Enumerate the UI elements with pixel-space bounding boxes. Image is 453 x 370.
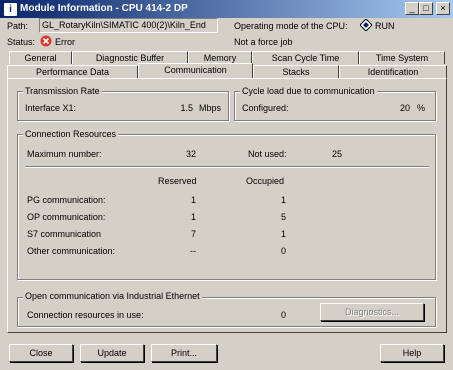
pg-communication-label: PG communication: <box>27 195 106 205</box>
configured-value: 20 <box>399 103 410 113</box>
resources-in-use-value: 0 <box>280 310 286 320</box>
status-value: Error <box>55 37 75 47</box>
configured-unit: % <box>417 103 426 113</box>
status-label: Status: <box>7 37 36 47</box>
reserved-header: Reserved <box>158 176 197 186</box>
op-mode-value: RUN <box>375 21 395 31</box>
path-label: Path: <box>7 21 29 31</box>
s7-reserved-value: 7 <box>190 229 196 239</box>
help-button[interactable]: Help <box>380 344 444 362</box>
separator-line <box>25 166 429 168</box>
minimize-button[interactable]: _ <box>405 2 419 15</box>
tab-performance-data[interactable]: Performance Data <box>7 65 138 78</box>
diagnostics-button[interactable]: Diagnostics... <box>320 303 424 321</box>
cycle-load-title: Cycle load due to communication <box>240 86 377 96</box>
interface-label: Interface X1: <box>25 103 77 113</box>
pg-occupied-value: 1 <box>280 195 286 205</box>
transmission-rate-title: Transmission Rate <box>23 86 102 96</box>
s7-occupied-value: 1 <box>280 229 286 239</box>
tab-scan-cycle-time[interactable]: Scan Cycle Time <box>252 51 359 64</box>
connection-resources-title: Connection Resources <box>23 129 119 139</box>
configured-label: Configured: <box>242 103 289 113</box>
close-button[interactable]: Close <box>9 344 73 362</box>
not-used-value: 25 <box>331 149 342 159</box>
pg-reserved-value: 1 <box>190 195 196 205</box>
tab-stacks[interactable]: Stacks <box>253 65 339 78</box>
tab-general[interactable]: General <box>9 51 72 64</box>
error-icon <box>40 35 52 47</box>
op-mode-label: Operating mode of the CPU: <box>234 21 348 31</box>
max-number-value: 32 <box>185 149 196 159</box>
resources-in-use-label: Connection resources in use: <box>27 310 144 320</box>
other-communication-label: Other communication: <box>27 246 116 256</box>
other-reserved-value: -- <box>190 246 196 256</box>
info-icon: i <box>3 2 18 17</box>
other-occupied-value: 0 <box>280 246 286 256</box>
op-communication-label: OP communication: <box>27 212 106 222</box>
tab-time-system[interactable]: Time System <box>359 51 445 64</box>
close-window-button[interactable]: × <box>436 2 450 15</box>
window-title: Module Information - CPU 414-2 DP <box>20 3 188 14</box>
tab-identification[interactable]: Identification <box>339 65 447 78</box>
not-used-label: Not used: <box>248 149 287 159</box>
max-number-label: Maximum number: <box>27 149 102 159</box>
op-reserved-value: 1 <box>190 212 196 222</box>
run-state-icon <box>359 18 373 32</box>
tab-communication[interactable]: Communication <box>138 63 253 78</box>
interface-unit: Mbps <box>199 103 222 113</box>
occupied-header: Occupied <box>246 176 285 186</box>
maximize-button[interactable]: □ <box>419 2 433 15</box>
force-job-text: Not a force job <box>234 37 293 47</box>
industrial-ethernet-title: Open communication via Industrial Ethern… <box>23 291 202 301</box>
interface-value: 1.5 <box>180 103 193 113</box>
op-occupied-value: 5 <box>280 212 286 222</box>
update-button[interactable]: Update <box>80 344 144 362</box>
path-field: GL_RotaryKiln\SIMATIC 400(2)\Kiln_End <box>39 18 218 33</box>
print-button[interactable]: Print... <box>151 344 217 362</box>
s7-communication-label: S7 communication <box>27 229 102 239</box>
